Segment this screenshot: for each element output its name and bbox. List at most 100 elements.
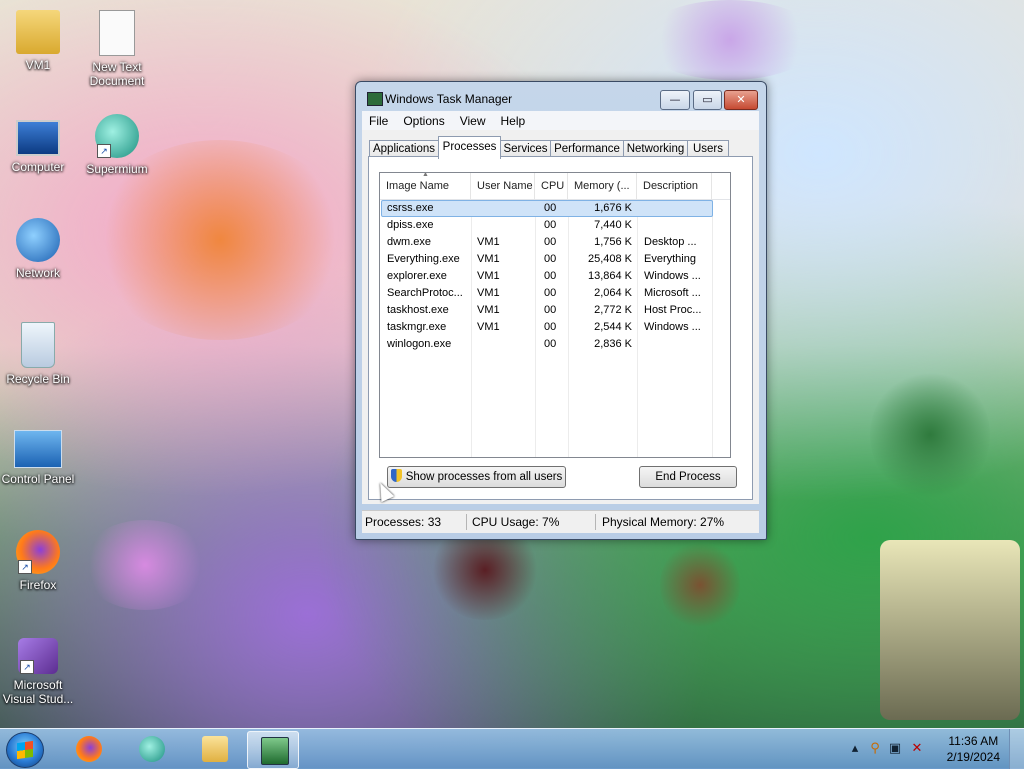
desktop-icon-label: Microsoft Visual Stud...: [2, 678, 74, 706]
button-label: Show processes from all users: [405, 471, 563, 483]
network-icon: [16, 218, 60, 262]
desktop-icon-label: Firefox: [19, 578, 57, 592]
table-row[interactable]: explorer.exe VM1 00 13,864 K Windows ...: [380, 268, 730, 285]
show-hidden-icons-chevron[interactable]: ▴: [847, 741, 863, 757]
desktop-icon-label: Supermium: [86, 162, 148, 176]
table-row[interactable]: csrss.exe 00 1,676 K: [380, 200, 730, 217]
show-desktop-button[interactable]: [1009, 729, 1024, 769]
wallpaper-blob: [80, 520, 210, 610]
search-icon[interactable]: ⚲: [867, 741, 883, 757]
cell-description: Host Proc...: [644, 304, 702, 316]
table-row[interactable]: taskhost.exe VM1 00 2,772 K Host Proc...: [380, 302, 730, 319]
desktop-icon-network[interactable]: Network: [0, 218, 80, 280]
maximize-button[interactable]: ▭: [693, 90, 722, 110]
cell-user-name: [477, 200, 535, 217]
column-label: Image Name: [386, 180, 449, 192]
column-label: CPU: [541, 180, 565, 192]
window-title: Windows Task Manager: [385, 92, 513, 106]
cell-user-name: VM1: [477, 270, 500, 282]
desktop-icon-vm1[interactable]: VM1: [0, 10, 80, 72]
cell-cpu: 00: [544, 202, 557, 214]
menu-options[interactable]: Options: [396, 111, 452, 130]
desktop-icon-new-text-document[interactable]: New Text Document: [75, 10, 159, 88]
shortcut-arrow-icon: ↗: [18, 560, 32, 574]
cell-description: [644, 336, 708, 353]
wallpaper-blob: [880, 540, 1020, 720]
task-manager-icon: [261, 737, 289, 765]
table-row[interactable]: dwm.exe VM1 00 1,756 K Desktop ...: [380, 234, 730, 251]
column-header-description[interactable]: Description: [637, 173, 712, 199]
cell-memory: 2,772 K: [594, 304, 632, 316]
process-list[interactable]: ▲ Image Name User Name CPU Memory (... D…: [379, 172, 731, 458]
file-explorer-icon: [202, 736, 228, 762]
desktop-icon-visual-studio[interactable]: ↗ Microsoft Visual Stud...: [0, 634, 80, 706]
cell-user-name: VM1: [477, 304, 500, 316]
table-row[interactable]: winlogon.exe 00 2,836 K: [380, 336, 730, 353]
cell-description: Windows ...: [644, 321, 701, 333]
table-row[interactable]: dpiss.exe 00 7,440 K: [380, 217, 730, 234]
tab-processes[interactable]: Processes: [438, 136, 501, 159]
cell-description: [644, 200, 708, 217]
menu-file[interactable]: File: [362, 111, 396, 130]
table-row[interactable]: taskmgr.exe VM1 00 2,544 K Windows ...: [380, 319, 730, 336]
cell-memory: 1,676 K: [594, 202, 632, 214]
status-separator: [595, 514, 596, 530]
cell-description: Windows ...: [644, 270, 701, 282]
cell-memory: 13,864 K: [587, 270, 632, 282]
column-header-image-name[interactable]: ▲ Image Name: [380, 173, 471, 199]
status-bar: Processes: 33 CPU Usage: 7% Physical Mem…: [362, 510, 759, 533]
cell-user-name: VM1: [477, 236, 500, 248]
taskbar-task-manager[interactable]: [247, 731, 299, 769]
table-row[interactable]: Everything.exe VM1 00 25,408 K Everything: [380, 251, 730, 268]
wallpaper-blob: [640, 0, 820, 80]
taskbar-file-explorer[interactable]: [189, 731, 239, 767]
computer-icon: [16, 120, 60, 156]
desktop-icon-recycle-bin[interactable]: Recycle Bin: [0, 322, 80, 386]
cell-image-name: taskhost.exe: [387, 304, 449, 316]
column-header-user-name[interactable]: User Name: [471, 173, 535, 199]
desktop-icon-label: Recycle Bin: [6, 372, 70, 386]
column-label: User Name: [477, 180, 533, 192]
cell-image-name: csrss.exe: [387, 202, 434, 214]
network-icon[interactable]: ▣: [887, 741, 903, 757]
desktop-icon-supermium[interactable]: ↗ Supermium: [75, 114, 159, 176]
task-manager-window[interactable]: Windows Task Manager — ▭ ✕ File Options Vi…: [355, 81, 767, 540]
clock-time: 11:36 AM: [948, 734, 999, 748]
taskbar: ▴ ⚲ ▣ ✕ 11:36 AM 2/19/2024: [0, 728, 1024, 769]
taskbar-firefox[interactable]: [63, 731, 113, 767]
shortcut-arrow-icon: ↗: [20, 660, 34, 674]
supermium-icon: [139, 736, 165, 762]
cell-cpu: 00: [544, 338, 557, 350]
desktop-icon-control-panel[interactable]: Control Panel: [0, 426, 80, 486]
cell-user-name: [477, 336, 535, 353]
column-header-cpu[interactable]: CPU: [535, 173, 568, 199]
menu-view[interactable]: View: [453, 111, 494, 130]
wallpaper-blob: [870, 370, 990, 500]
desktop-icon-label: New Text Document: [89, 60, 145, 88]
cell-cpu: 00: [544, 287, 557, 299]
desktop-icon-computer[interactable]: Computer: [0, 114, 80, 174]
minimize-button[interactable]: —: [660, 90, 690, 110]
desktop-icon-firefox[interactable]: ↗ Firefox: [0, 530, 80, 592]
column-label: Memory (...: [574, 180, 630, 192]
title-bar[interactable]: Windows Task Manager — ▭ ✕: [356, 82, 766, 112]
end-process-button[interactable]: End Process: [639, 466, 737, 488]
show-all-processes-button[interactable]: Show processes from all users: [387, 466, 566, 488]
cell-user-name: VM1: [477, 321, 500, 333]
cell-image-name: SearchProtoc...: [387, 287, 463, 299]
cell-cpu: 00: [544, 321, 557, 333]
table-row[interactable]: SearchProtoc... VM1 00 2,064 K Microsoft ...: [380, 285, 730, 302]
cell-user-name: VM1: [477, 287, 500, 299]
clock-date: 2/19/2024: [946, 750, 1000, 764]
cell-description: Everything: [644, 253, 696, 265]
column-header-memory[interactable]: Memory (...: [568, 173, 637, 199]
cell-memory: 2,836 K: [594, 338, 632, 350]
clock[interactable]: 11:36 AM 2/19/2024: [947, 733, 1000, 765]
menu-help[interactable]: Help: [494, 111, 534, 130]
volume-muted-icon[interactable]: ✕: [909, 741, 925, 757]
cell-description: Desktop ...: [644, 236, 697, 248]
close-button[interactable]: ✕: [724, 90, 758, 110]
start-button[interactable]: [6, 732, 44, 768]
status-cpu-usage: CPU Usage: 7%: [472, 515, 560, 529]
taskbar-supermium[interactable]: [126, 731, 176, 767]
